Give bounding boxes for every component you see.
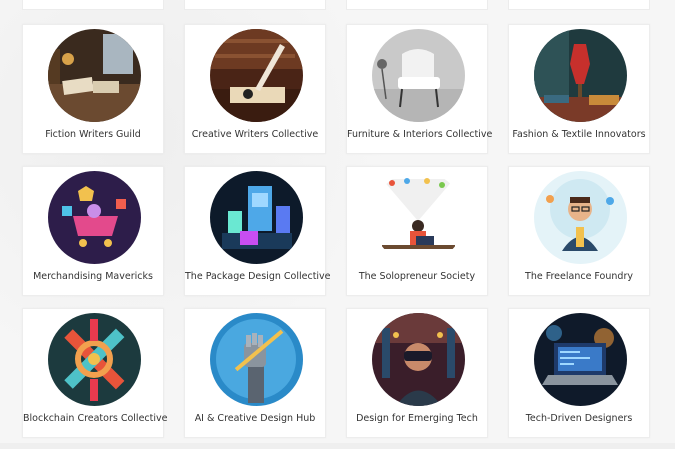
group-card-merchandising[interactable]: Merchandising Mavericks xyxy=(22,166,164,296)
armchair-image xyxy=(372,29,465,122)
group-label: Furniture & Interiors Collective xyxy=(347,129,493,140)
freelancer-avatar-image xyxy=(534,171,627,264)
group-label: Creative Writers Collective xyxy=(191,129,319,140)
previous-row-edge xyxy=(22,0,653,10)
groups-page: Fiction Writers Guild Creative Writers C… xyxy=(0,0,675,449)
group-card-fashion-textile[interactable]: Fashion & Textile Innovators xyxy=(508,24,650,154)
group-label: Tech-Driven Designers xyxy=(525,413,633,424)
group-card-freelance-foundry[interactable]: The Freelance Foundry xyxy=(508,166,650,296)
packaging-image xyxy=(210,171,303,264)
robot-hand-pencil-image xyxy=(210,313,303,406)
shopping-cart-image xyxy=(48,171,141,264)
laptop-worker-image xyxy=(372,171,465,264)
group-grid: Fiction Writers Guild Creative Writers C… xyxy=(22,24,650,438)
laptop-code-image xyxy=(534,313,627,406)
group-card-fiction-writers[interactable]: Fiction Writers Guild xyxy=(22,24,164,154)
group-label: Fashion & Textile Innovators xyxy=(512,129,646,140)
group-label: The Package Design Collective xyxy=(185,271,331,282)
group-card-blockchain[interactable]: Blockchain Creators Collective xyxy=(22,308,168,438)
group-label: AI & Creative Design Hub xyxy=(194,413,316,424)
dress-form-image xyxy=(534,29,627,122)
vr-headset-image xyxy=(372,313,465,406)
group-card-emerging-tech[interactable]: Design for Emerging Tech xyxy=(346,308,488,438)
group-label: Merchandising Mavericks xyxy=(33,271,153,282)
group-card-solopreneur[interactable]: The Solopreneur Society xyxy=(346,166,488,296)
page-bottom-edge xyxy=(0,443,675,449)
group-label: Design for Emerging Tech xyxy=(356,413,478,424)
quill-pen-image xyxy=(210,29,303,122)
writing-desk-image xyxy=(48,29,141,122)
group-card-package-design[interactable]: The Package Design Collective xyxy=(184,166,331,296)
group-label: The Solopreneur Society xyxy=(358,271,476,282)
group-card-furniture-interiors[interactable]: Furniture & Interiors Collective xyxy=(346,24,493,154)
group-label: The Freelance Foundry xyxy=(525,271,633,282)
blockchain-knot-image xyxy=(48,313,141,406)
group-card-tech-driven[interactable]: Tech-Driven Designers xyxy=(508,308,650,438)
group-label: Fiction Writers Guild xyxy=(45,129,141,140)
group-card-creative-writers[interactable]: Creative Writers Collective xyxy=(184,24,326,154)
group-label: Blockchain Creators Collective xyxy=(23,413,168,424)
group-card-ai-creative[interactable]: AI & Creative Design Hub xyxy=(184,308,326,438)
